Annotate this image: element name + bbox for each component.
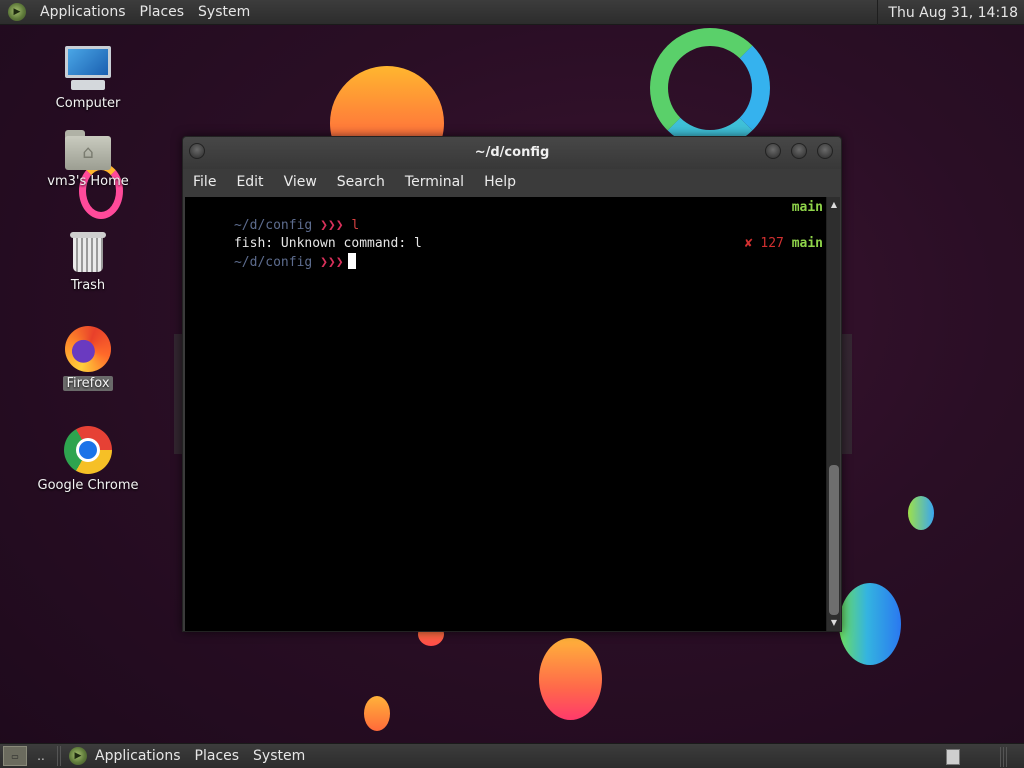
menu-file[interactable]: File [193, 174, 216, 190]
scroll-down-icon[interactable]: ▼ [827, 617, 841, 629]
desktop-icon-chrome[interactable]: Google Chrome [33, 426, 143, 493]
system-menu[interactable]: System [198, 4, 250, 20]
menu-terminal[interactable]: Terminal [405, 174, 464, 190]
desktop-icon-computer[interactable]: Computer [33, 46, 143, 111]
desktop-icon-label: Computer [55, 96, 121, 111]
places-menu[interactable]: Places [140, 4, 185, 20]
terminal-scrollbar[interactable]: ▲ ▼ [826, 197, 840, 631]
computer-icon [63, 46, 113, 92]
desktop-icon-label: Trash [70, 278, 106, 293]
places-menu[interactable]: Places [195, 748, 240, 764]
menu-view[interactable]: View [284, 174, 317, 190]
wallpaper-bubble [908, 496, 934, 530]
terminal-line: ~/d/config ❯❯❯ l main [187, 199, 825, 233]
exit-status: ✘ 127 [744, 236, 784, 251]
window-title: ~/d/config [474, 145, 550, 160]
terminal-line: fish: Unknown command: l [187, 217, 825, 251]
git-branch: main [791, 200, 823, 215]
desktop-icon-home[interactable]: ⌂ vm3's Home [33, 130, 143, 189]
terminal-output[interactable]: ~/d/config ❯❯❯ l main fish: Unknown comm… [185, 197, 827, 631]
wallpaper-bubble [539, 638, 602, 720]
terminal-menubar: File Edit View Search Terminal Help [183, 169, 841, 195]
overflow-icon[interactable]: .. [31, 746, 51, 766]
terminal-titlebar[interactable]: ~/d/config [183, 137, 841, 169]
prompt-symbol: ❯❯❯ [320, 255, 344, 270]
home-folder-icon: ⌂ [65, 130, 111, 170]
chrome-icon [64, 426, 112, 474]
prompt-path: ~/d/config [233, 255, 313, 270]
git-branch: main [791, 236, 823, 251]
menu-help[interactable]: Help [484, 174, 516, 190]
prompt-right: ✘ 127 main [745, 235, 823, 253]
minimize-button[interactable] [765, 143, 781, 159]
text-cursor [347, 253, 356, 269]
menu-edit[interactable]: Edit [236, 174, 263, 190]
applications-menu[interactable]: Applications [95, 748, 181, 764]
wallpaper-ring [650, 28, 770, 148]
wallpaper-bubble [839, 583, 901, 665]
system-menu[interactable]: System [253, 748, 305, 764]
terminal-line: ~/d/config ❯❯❯ ✘ 127 main [187, 235, 825, 270]
trash-icon [69, 230, 107, 274]
close-button[interactable] [817, 143, 833, 159]
desktop-icon-trash[interactable]: Trash [33, 230, 143, 293]
applications-menu[interactable]: Applications [40, 4, 126, 20]
menu-search[interactable]: Search [337, 174, 385, 190]
maximize-button[interactable] [791, 143, 807, 159]
desktop-icon-label: vm3's Home [47, 174, 129, 189]
firefox-icon [65, 326, 111, 372]
mate-logo-icon[interactable]: ▶ [69, 747, 87, 765]
panel-handle [57, 746, 63, 766]
wallpaper-bubble [364, 696, 390, 731]
desktop-icon-label: Firefox [63, 376, 113, 391]
scrollbar-thumb[interactable] [829, 465, 839, 615]
desktop-icon-label: Google Chrome [37, 478, 139, 493]
workspace-switcher[interactable] [946, 748, 960, 765]
mate-logo-icon[interactable]: ▶ [8, 3, 26, 21]
panel-handle [1000, 746, 1008, 767]
bottom-panel: ▭ .. ▶ Applications Places System [0, 743, 1024, 768]
desktop-icon-firefox[interactable]: Firefox [33, 326, 143, 391]
show-desktop-icon[interactable]: ▭ [3, 746, 27, 766]
scroll-up-icon[interactable]: ▲ [827, 199, 841, 211]
top-panel: ▶ Applications Places System Thu Aug 31,… [0, 0, 1024, 25]
clock[interactable]: Thu Aug 31, 14:18 [877, 0, 1018, 25]
terminal-window: ~/d/config File Edit View Search Termina… [182, 136, 842, 632]
